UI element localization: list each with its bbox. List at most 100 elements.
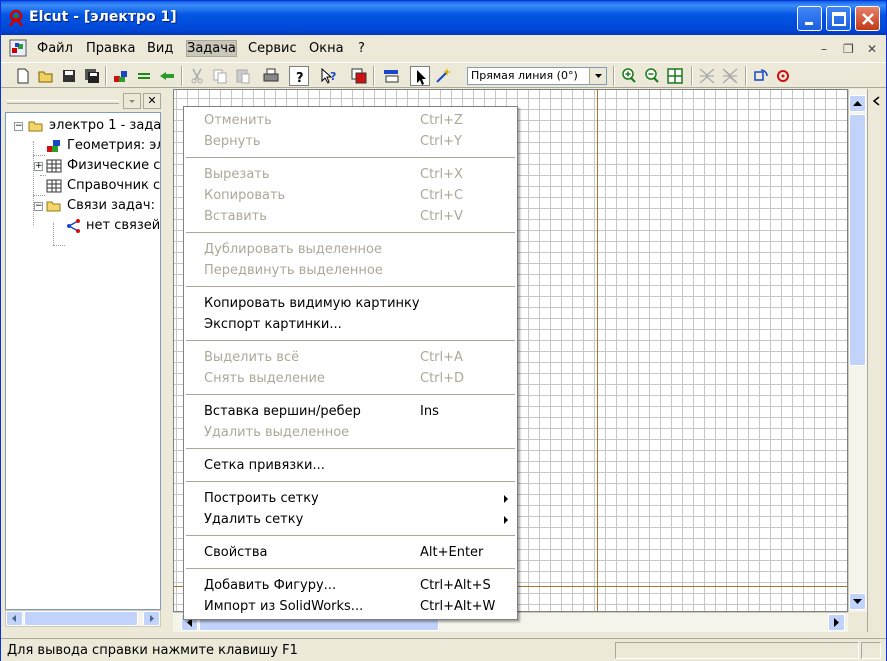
- mesh-delete-icon[interactable]: [720, 66, 740, 86]
- chevron-down-icon[interactable]: [589, 68, 606, 84]
- new-file-icon[interactable]: [13, 66, 33, 86]
- menu-windows[interactable]: Окна: [309, 41, 344, 56]
- mesh-build-icon[interactable]: [697, 66, 717, 86]
- status-pane: [615, 642, 859, 659]
- menu-item-insert-vertices[interactable]: Вставка вершин/ребер Ins: [184, 401, 517, 422]
- menu-item-undo[interactable]: Отменить Ctrl+Z: [184, 110, 517, 131]
- collapse-icon[interactable]: −: [14, 122, 23, 131]
- collapse-icon[interactable]: −: [34, 202, 43, 211]
- menu-item-select-all[interactable]: Выделить всё Ctrl+A: [184, 347, 517, 368]
- menu-service[interactable]: Сервис: [248, 41, 297, 56]
- menu-item-delete-mesh[interactable]: Удалить сетку: [184, 509, 517, 530]
- menu-item-copy[interactable]: Копировать Ctrl+C: [184, 185, 517, 206]
- title-bar[interactable]: Elcut - [электро 1]: [1, 1, 886, 35]
- copy-icon[interactable]: [210, 66, 230, 86]
- dock-chevron-left-icon[interactable]: [871, 95, 883, 110]
- menu-view[interactable]: Вид: [147, 41, 173, 56]
- tree-item-physical[interactable]: + Физические свойства: [12, 157, 160, 175]
- menu-separator: [186, 157, 515, 158]
- minimize-button[interactable]: [797, 6, 822, 31]
- close-button[interactable]: [855, 6, 880, 31]
- menu-help[interactable]: ?: [358, 41, 365, 56]
- layers-icon[interactable]: [381, 66, 401, 86]
- equals-icon[interactable]: [134, 66, 154, 86]
- menu-item-build-mesh[interactable]: Построить сетку: [184, 488, 517, 509]
- line-type-select[interactable]: Прямая линия (0°): [467, 67, 607, 85]
- open-folder-icon[interactable]: [36, 66, 56, 86]
- zoom-in-icon[interactable]: [619, 66, 639, 86]
- pane-menu-chevron-icon[interactable]: [123, 93, 141, 109]
- menu-item-export-picture[interactable]: Экспорт картинки...: [184, 314, 517, 335]
- tree-horizontal-scrollbar[interactable]: [5, 610, 161, 627]
- menu-item-paste[interactable]: Вставить Ctrl+V: [184, 206, 517, 227]
- paste-icon[interactable]: [233, 66, 253, 86]
- mdi-close-icon[interactable]: ✕: [867, 42, 877, 56]
- pane-header: ✕: [5, 90, 163, 112]
- select-pointer-icon[interactable]: [410, 66, 430, 86]
- menu-item-add-shape[interactable]: Добавить Фигуру... Ctrl+Alt+S: [184, 575, 517, 596]
- scrollbar-thumb[interactable]: [24, 611, 138, 626]
- tree-item-reference[interactable]: Справочник свойств: [12, 177, 160, 195]
- mdi-minimize-icon[interactable]: –: [821, 42, 827, 56]
- scroll-left-icon[interactable]: [6, 611, 23, 626]
- scrollbar-thumb[interactable]: [849, 114, 866, 366]
- menu-item-delete-selected[interactable]: Удалить выделенное: [184, 422, 517, 443]
- document-icon[interactable]: [9, 39, 27, 57]
- toolbar-separator: [691, 66, 693, 86]
- menu-item-redo[interactable]: Вернуть Ctrl+Y: [184, 131, 517, 152]
- expand-icon[interactable]: +: [34, 162, 43, 171]
- stop-icon[interactable]: [773, 66, 793, 86]
- menu-separator: [186, 481, 515, 482]
- menu-item-move[interactable]: Передвинуть выделенное: [184, 260, 517, 281]
- menu-item-cut[interactable]: Вырезать Ctrl+X: [184, 164, 517, 185]
- line-type-value: Прямая линия (0°): [471, 69, 578, 82]
- right-dock-strip: [867, 89, 886, 632]
- scroll-down-icon[interactable]: [849, 593, 866, 610]
- geometry-icon[interactable]: [111, 66, 131, 86]
- menu-file[interactable]: Файл: [37, 41, 73, 56]
- scroll-right-icon[interactable]: [143, 611, 160, 626]
- scroll-up-icon[interactable]: [849, 95, 866, 112]
- menu-item-copy-picture[interactable]: Копировать видимую картинку: [184, 293, 517, 314]
- menu-separator: [186, 448, 515, 449]
- tree-item-no-links[interactable]: нет связей: [12, 217, 160, 235]
- canvas-vertical-scrollbar[interactable]: [848, 89, 867, 612]
- menu-item-duplicate[interactable]: Дублировать выделенное: [184, 239, 517, 260]
- maximize-button[interactable]: [826, 6, 851, 31]
- resize-grip[interactable]: [861, 642, 881, 659]
- windows-icon[interactable]: [349, 66, 369, 86]
- scroll-right-icon[interactable]: [828, 614, 845, 631]
- zoom-out-icon[interactable]: [642, 66, 662, 86]
- menu-task[interactable]: Задача: [186, 40, 237, 57]
- menu-item-import-solidworks[interactable]: Импорт из SolidWorks... Ctrl+Alt+W: [184, 596, 517, 617]
- save-icon[interactable]: [59, 66, 79, 86]
- solver-icon[interactable]: [157, 66, 177, 86]
- menu-separator: [186, 535, 515, 536]
- print-icon[interactable]: [261, 66, 281, 86]
- toolbar-separator: [181, 66, 183, 86]
- cut-icon[interactable]: [187, 66, 207, 86]
- tree-item-root[interactable]: − электро 1 - задача: [12, 117, 160, 135]
- save-all-icon[interactable]: [82, 66, 102, 86]
- pane-grip[interactable]: [7, 100, 119, 104]
- pane-close-button[interactable]: ✕: [143, 93, 161, 109]
- table-icon: [46, 158, 62, 174]
- mdi-restore-icon[interactable]: ❐: [843, 42, 854, 56]
- tree-item-links[interactable]: − Связи задач:: [12, 197, 160, 215]
- geometry-icon: [46, 138, 62, 154]
- menu-item-properties[interactable]: Свойства Alt+Enter: [184, 542, 517, 563]
- tree-item-geometry[interactable]: Геометрия: электро: [12, 137, 160, 155]
- zoom-fit-icon[interactable]: [665, 66, 685, 86]
- folder-open-icon: [46, 198, 62, 214]
- menu-separator: [186, 394, 515, 395]
- menu-edit[interactable]: Правка: [86, 41, 135, 56]
- menu-item-deselect[interactable]: Снять выделение Ctrl+D: [184, 368, 517, 389]
- context-help-icon[interactable]: ?: [319, 66, 339, 86]
- toolbar-separator: [745, 66, 747, 86]
- menu-separator: [186, 232, 515, 233]
- rotate-icon[interactable]: [751, 66, 771, 86]
- help-icon[interactable]: ?: [289, 66, 309, 86]
- magic-wand-icon[interactable]: [433, 66, 453, 86]
- folder-open-icon: [28, 118, 44, 134]
- menu-item-snap-grid[interactable]: Сетка привязки...: [184, 455, 517, 476]
